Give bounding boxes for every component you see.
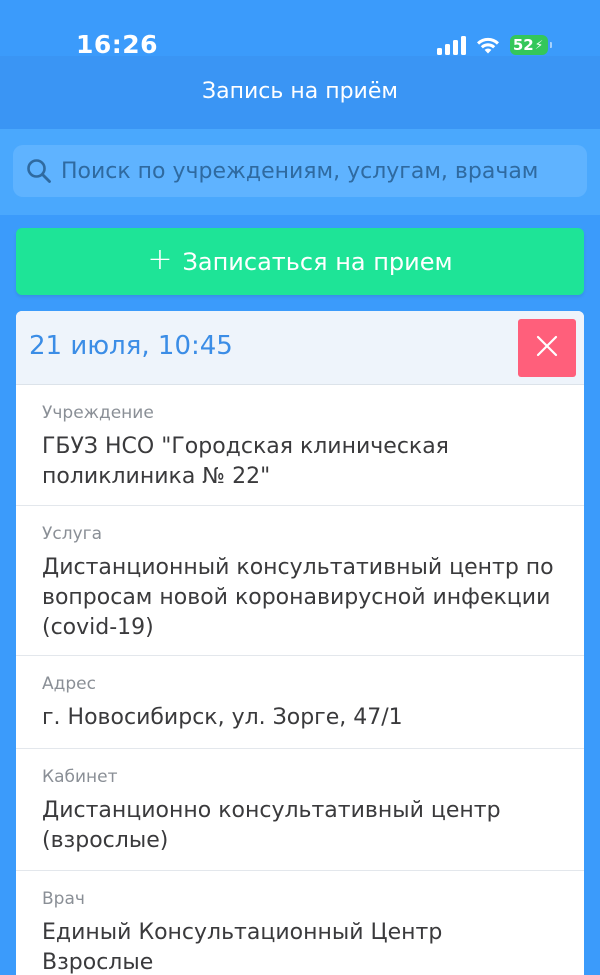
wifi-icon [475,35,501,55]
detail-row-doctor: Врач Единый Консультационный Центр Взрос… [16,871,584,975]
status-time: 16:26 [76,30,159,59]
cancel-appointment-button[interactable] [518,319,576,377]
charging-bolt-icon: ⚡ [534,38,544,52]
address-label: Адрес [42,674,96,694]
detail-row-service: Услуга Дистанционный консультативный цен… [16,506,584,656]
cellular-signal-icon [437,35,466,55]
book-appointment-button[interactable]: + Записаться на прием [16,228,584,295]
status-icons: 52 ⚡ [437,33,552,55]
doctor-value: Единый Консультационный Центр Взрослые [42,920,443,975]
service-value: Дистанционный консультативный центр по в… [42,555,554,640]
search-box[interactable] [13,145,587,197]
cabinet-value: Дистанционно консультативный центр (взро… [42,798,501,853]
service-label: Услуга [42,524,102,544]
close-icon [535,334,559,363]
institution-value: ГБУЗ НСО "Городская клиническая поликлин… [42,434,449,489]
status-bar: 16:26 52 ⚡ [0,0,600,59]
appointment-card: 21 июля, 10:45 Учреждение ГБУЗ НСО "Горо… [16,311,584,975]
address-value: г. Новосибирск, ул. Зорге, 47/1 [42,705,403,730]
appointment-card-header: 21 июля, 10:45 [16,311,584,385]
app-header: Запись на приём [0,56,600,129]
search-icon [25,157,53,185]
page-title: Запись на приём [202,79,398,104]
detail-row-institution: Учреждение ГБУЗ НСО "Городская клиническ… [16,385,584,506]
institution-label: Учреждение [42,403,154,423]
battery-level: 52 [512,36,534,54]
battery-icon: 52 ⚡ [510,35,552,55]
search-area [0,129,600,215]
search-input[interactable] [61,158,571,184]
appointment-datetime: 21 июля, 10:45 [29,331,233,361]
plus-icon: + [147,242,173,277]
detail-row-address: Адрес г. Новосибирск, ул. Зорге, 47/1 [16,656,584,749]
cabinet-label: Кабинет [42,767,118,787]
book-appointment-label: Записаться на прием [182,247,453,276]
detail-row-cabinet: Кабинет Дистанционно консультативный цен… [16,749,584,871]
doctor-label: Врач [42,889,85,909]
